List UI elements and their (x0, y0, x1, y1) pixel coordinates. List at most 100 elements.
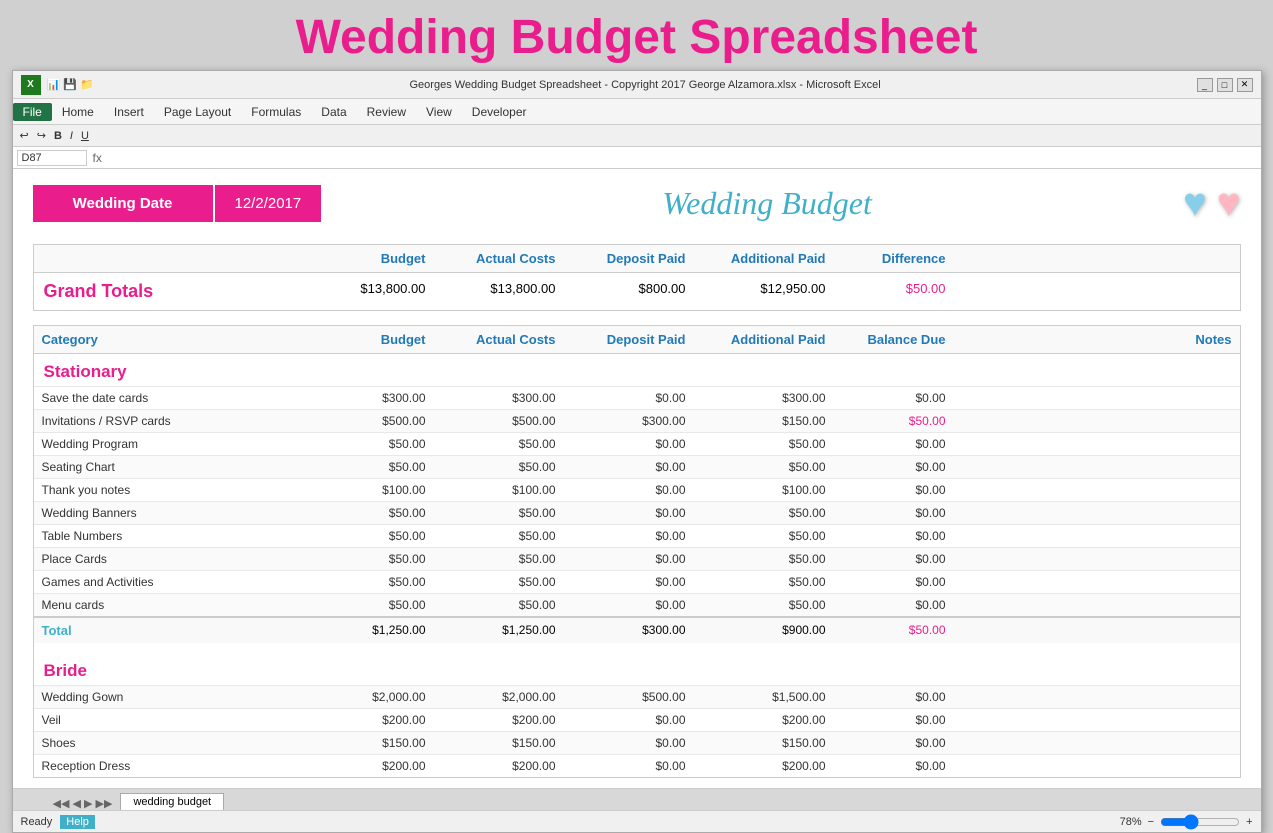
row-deposit: $0.00 (564, 525, 694, 547)
row-name: Place Cards (34, 548, 314, 570)
row-deposit: $0.00 (564, 548, 694, 570)
row-balance: $0.00 (834, 433, 954, 455)
toolbar-italic[interactable]: I (67, 129, 76, 143)
row-balance: $50.00 (834, 410, 954, 432)
status-bar: Ready Help 78% − + (13, 810, 1261, 832)
zoom-slider[interactable] (1160, 814, 1240, 830)
row-actual: $200.00 (434, 755, 564, 777)
toolbar-undo[interactable]: ↩ (17, 128, 32, 143)
row-name: Save the date cards (34, 387, 314, 409)
stationary-title-row: Stationary (34, 354, 1240, 386)
row-notes (954, 709, 1240, 731)
row-budget: $200.00 (314, 755, 434, 777)
window-controls[interactable]: _ □ ✕ (1197, 78, 1253, 92)
toolbar-redo[interactable]: ↪ (34, 128, 49, 143)
row-balance: $0.00 (834, 479, 954, 501)
menu-data[interactable]: Data (311, 103, 356, 121)
close-button[interactable]: ✕ (1237, 78, 1253, 92)
table-row: Veil $200.00 $200.00 $0.00 $200.00 $0.00 (34, 708, 1240, 731)
row-actual: $2,000.00 (434, 686, 564, 708)
row-additional: $100.00 (694, 479, 834, 501)
menu-developer[interactable]: Developer (462, 103, 537, 121)
help-button[interactable]: Help (60, 815, 95, 829)
sheet-tab-wedding-budget[interactable]: wedding budget (120, 793, 224, 810)
minimize-button[interactable]: _ (1197, 78, 1213, 92)
row-notes (954, 433, 1240, 455)
table-row: Save the date cards $300.00 $300.00 $0.0… (34, 386, 1240, 409)
maximize-button[interactable]: □ (1217, 78, 1233, 92)
table-row: Wedding Gown $2,000.00 $2,000.00 $500.00… (34, 685, 1240, 708)
sheet-content: Wedding Date 12/2/2017 Wedding Budget ♥ … (13, 169, 1261, 788)
menu-view[interactable]: View (416, 103, 462, 121)
row-balance: $0.00 (834, 594, 954, 616)
row-additional: $50.00 (694, 548, 834, 570)
formula-input[interactable] (108, 152, 1257, 164)
row-actual: $50.00 (434, 456, 564, 478)
row-deposit: $0.00 (564, 709, 694, 731)
total-additional: $900.00 (694, 618, 834, 643)
cell-reference-input[interactable] (17, 150, 87, 166)
gt-col-difference: Difference (834, 245, 954, 272)
heart-blue-icon: ♥ (1183, 181, 1207, 226)
row-additional: $50.00 (694, 594, 834, 616)
row-additional: $50.00 (694, 571, 834, 593)
bride-title: Bride (44, 661, 87, 680)
wedding-header: Wedding Date 12/2/2017 Wedding Budget ♥ … (33, 181, 1241, 226)
row-balance: $0.00 (834, 732, 954, 754)
row-additional: $300.00 (694, 387, 834, 409)
row-actual: $50.00 (434, 594, 564, 616)
zoom-out-button[interactable]: − (1148, 816, 1154, 828)
table-row: Wedding Banners $50.00 $50.00 $0.00 $50.… (34, 501, 1240, 524)
cat-col-additional: Additional Paid (694, 326, 834, 353)
heart-pink-icon: ♥ (1217, 181, 1241, 226)
row-budget: $50.00 (314, 571, 434, 593)
row-actual: $500.00 (434, 410, 564, 432)
row-balance: $0.00 (834, 502, 954, 524)
menu-review[interactable]: Review (357, 103, 416, 121)
spreadsheet-body: Wedding Date 12/2/2017 Wedding Budget ♥ … (13, 169, 1261, 788)
row-notes (954, 732, 1240, 754)
total-notes (954, 618, 1240, 643)
window-title: Georges Wedding Budget Spreadsheet - Cop… (94, 79, 1197, 91)
row-budget: $2,000.00 (314, 686, 434, 708)
row-budget: $50.00 (314, 456, 434, 478)
toolbar-underline[interactable]: U (78, 129, 92, 143)
row-actual: $50.00 (434, 502, 564, 524)
row-deposit: $0.00 (564, 571, 694, 593)
row-name: Wedding Gown (34, 686, 314, 708)
menu-insert[interactable]: Insert (104, 103, 154, 121)
gt-val-difference: $50.00 (834, 273, 954, 310)
row-name: Invitations / RSVP cards (34, 410, 314, 432)
tab-bar: ◀◀ ◀ ▶ ▶▶ wedding budget (13, 788, 1261, 810)
row-balance: $0.00 (834, 548, 954, 570)
row-notes (954, 571, 1240, 593)
table-row: Wedding Program $50.00 $50.00 $0.00 $50.… (34, 432, 1240, 455)
row-deposit: $0.00 (564, 502, 694, 524)
table-row: Invitations / RSVP cards $500.00 $500.00… (34, 409, 1240, 432)
row-notes (954, 502, 1240, 524)
table-row: Thank you notes $100.00 $100.00 $0.00 $1… (34, 478, 1240, 501)
menu-page-layout[interactable]: Page Layout (154, 103, 241, 121)
toolbar-bold[interactable]: B (51, 129, 65, 143)
tab-navigation[interactable]: ◀◀ ◀ ▶ ▶▶ (53, 797, 113, 810)
row-additional: $50.00 (694, 525, 834, 547)
cat-col-balance: Balance Due (834, 326, 954, 353)
row-additional: $1,500.00 (694, 686, 834, 708)
row-notes (954, 548, 1240, 570)
gt-val-additional: $12,950.00 (694, 273, 834, 310)
bride-title-row: Bride (34, 653, 1240, 685)
row-actual: $200.00 (434, 709, 564, 731)
table-row: Shoes $150.00 $150.00 $0.00 $150.00 $0.0… (34, 731, 1240, 754)
category-table-header: Category Budget Actual Costs Deposit Pai… (34, 326, 1240, 354)
menu-formulas[interactable]: Formulas (241, 103, 311, 121)
menu-home[interactable]: Home (52, 103, 104, 121)
zoom-in-button[interactable]: + (1246, 816, 1252, 828)
row-additional: $150.00 (694, 410, 834, 432)
status-right: 78% − + (1120, 814, 1253, 830)
menu-file[interactable]: File (13, 103, 52, 121)
row-name: Shoes (34, 732, 314, 754)
row-name: Thank you notes (34, 479, 314, 501)
row-name: Menu cards (34, 594, 314, 616)
row-name: Table Numbers (34, 525, 314, 547)
category-table: Category Budget Actual Costs Deposit Pai… (33, 325, 1241, 778)
